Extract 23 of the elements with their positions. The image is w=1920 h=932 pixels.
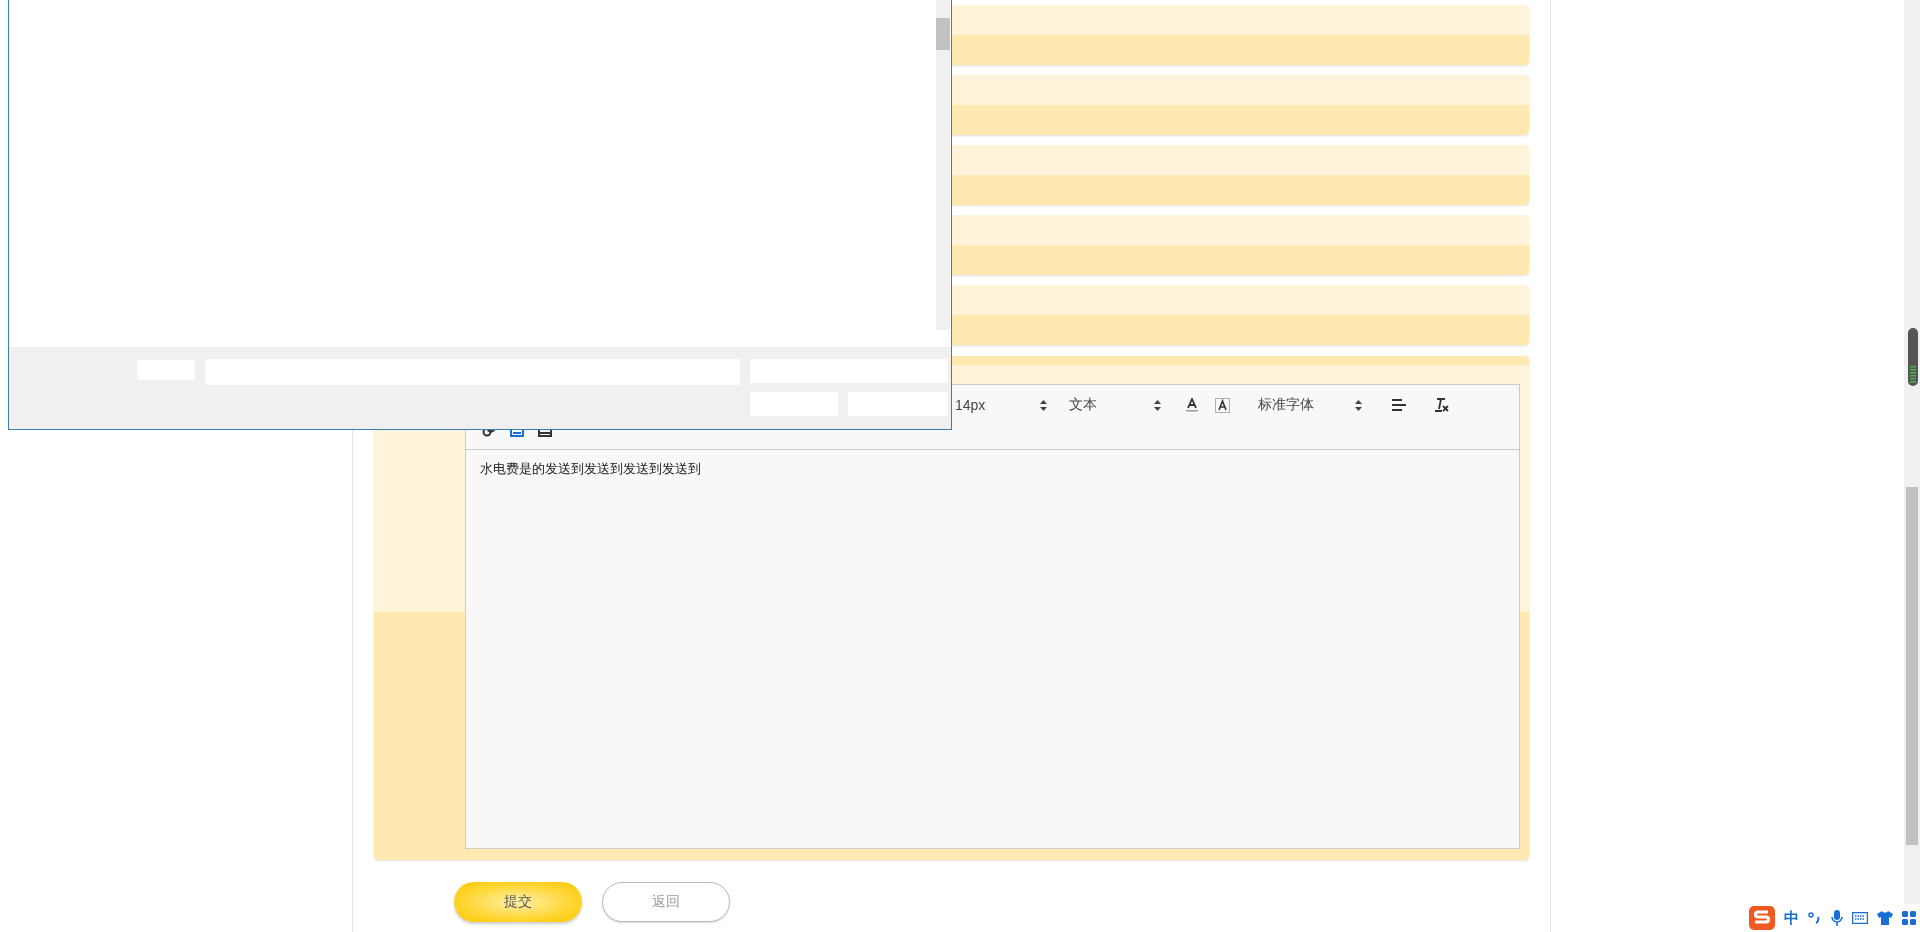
scrollbar[interactable] (936, 0, 950, 330)
font-size-select[interactable]: 14px (955, 397, 1047, 413)
keyboard-icon[interactable] (1852, 912, 1868, 924)
s-logo-icon[interactable] (1749, 906, 1775, 930)
microphone-icon[interactable] (1831, 910, 1843, 926)
shirt-icon[interactable] (1877, 911, 1893, 925)
text-style-select[interactable]: 文本 (1069, 396, 1161, 414)
font-color-icon[interactable] (1185, 398, 1199, 412)
scrollbar-thumb[interactable] (1906, 487, 1918, 845)
align-left-icon[interactable] (1392, 399, 1406, 411)
submit-button[interactable]: 提交 (454, 882, 582, 922)
font-family-select[interactable]: 标准字体 (1258, 396, 1362, 414)
clear-format-icon[interactable] (1434, 398, 1449, 412)
caret-icon (1154, 399, 1161, 411)
highlight-icon[interactable] (1215, 397, 1230, 413)
punctuation-icon[interactable] (1808, 911, 1822, 925)
gauge-icon (1908, 328, 1918, 386)
editor-text: 水电费是的发送到发送到发送到发送到 (479, 460, 702, 478)
ime-mode-label[interactable]: 中 (1784, 908, 1799, 928)
grid-icon[interactable] (1902, 911, 1916, 925)
caret-icon (1355, 399, 1362, 411)
rich-text-editor[interactable]: 14px 文本 标准字体 水电费是的发送到发送到发送到发送到 (465, 384, 1520, 849)
caret-icon (1040, 399, 1047, 411)
